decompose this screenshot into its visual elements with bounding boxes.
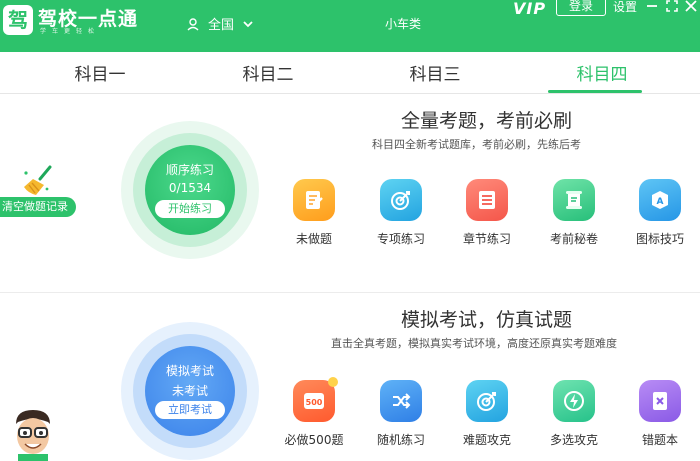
exam-status: 未考试	[171, 384, 208, 398]
feature-special-practice[interactable]: 专项练习	[361, 179, 441, 247]
sign-icon: A	[639, 179, 681, 221]
feature-must-500[interactable]: 500 必做500题	[274, 377, 354, 448]
vehicle-type-selector[interactable]: 小车类	[385, 15, 421, 32]
region-selector[interactable]: 全国	[186, 14, 254, 33]
unanswered-icon	[293, 179, 335, 221]
clear-records-button[interactable]: 清空做题记录	[0, 197, 76, 217]
practice-progress: 0/1534	[168, 181, 212, 195]
section-divider	[0, 292, 700, 293]
tab-subject-1[interactable]: 科目一	[45, 60, 155, 85]
sequential-practice-title: 顺序练习	[165, 163, 214, 177]
app-slogan: 学车更轻松	[40, 28, 101, 35]
feature-unanswered[interactable]: 未做题	[274, 179, 354, 247]
login-button[interactable]: 登录	[556, 0, 606, 16]
feature-sign-tips[interactable]: A 图标技巧	[620, 179, 700, 247]
shuffle-icon	[380, 380, 422, 422]
exam-section-title: 模拟考试，仿真试题	[401, 309, 573, 331]
must-500-icon: 500	[293, 377, 338, 422]
start-practice-button[interactable]: 开始练习	[155, 200, 225, 218]
sequential-practice-circle[interactable]: 顺序练习 0/1534 开始练习	[121, 121, 259, 259]
mock-exam-circle[interactable]: 模拟考试 未考试 立即考试	[121, 322, 259, 460]
wrong-book-icon	[639, 380, 681, 422]
exam-section-subtitle: 直击全真考题，模拟真实考试环境，高度还原真实考题难度	[331, 337, 617, 350]
active-tab-indicator	[548, 90, 642, 93]
broom-icon[interactable]	[20, 165, 54, 197]
medal-icon	[328, 377, 338, 387]
feature-hard-questions[interactable]: 难题攻克	[447, 380, 527, 448]
start-exam-button[interactable]: 立即考试	[155, 401, 225, 419]
target-icon	[380, 179, 422, 221]
restore-icon[interactable]	[666, 0, 678, 12]
vip-badge[interactable]: VIP	[513, 0, 546, 18]
app-header: 驾 驾校一点通 学车更轻松 全国 小车类 VIP 登录 设置	[0, 0, 700, 52]
practice-section-subtitle: 科目四全新考试题库，考前必刷，先练后考	[372, 138, 581, 151]
close-icon[interactable]	[685, 0, 697, 12]
subject-tabs: 科目一 科目二 科目三 科目四	[0, 52, 700, 94]
scroll-icon	[553, 179, 595, 221]
mock-exam-title: 模拟考试	[165, 364, 214, 378]
tab-subject-3[interactable]: 科目三	[380, 60, 490, 85]
minimize-icon[interactable]	[646, 0, 658, 12]
practice-section-title: 全量考题，考前必刷	[401, 110, 573, 132]
feature-secret-paper[interactable]: 考前秘卷	[534, 179, 614, 247]
chevron-down-icon	[243, 20, 253, 27]
svg-text:A: A	[657, 197, 664, 207]
feature-random-practice[interactable]: 随机练习	[361, 380, 441, 448]
person-icon	[187, 17, 199, 31]
lightning-icon	[553, 380, 595, 422]
feature-chapter-practice[interactable]: 章节练习	[447, 179, 527, 247]
svg-text:500: 500	[306, 398, 323, 407]
feature-multi-choice[interactable]: 多选攻克	[534, 380, 614, 448]
list-icon	[466, 179, 508, 221]
settings-button[interactable]: 设置	[613, 0, 637, 15]
tab-subject-4[interactable]: 科目四	[547, 60, 657, 85]
region-label: 全国	[208, 18, 235, 33]
logo: 驾	[3, 5, 33, 35]
tab-subject-2[interactable]: 科目二	[213, 60, 323, 85]
target-icon	[466, 380, 508, 422]
mascot-avatar[interactable]	[10, 408, 56, 461]
feature-wrong-book[interactable]: 错题本	[620, 380, 700, 448]
